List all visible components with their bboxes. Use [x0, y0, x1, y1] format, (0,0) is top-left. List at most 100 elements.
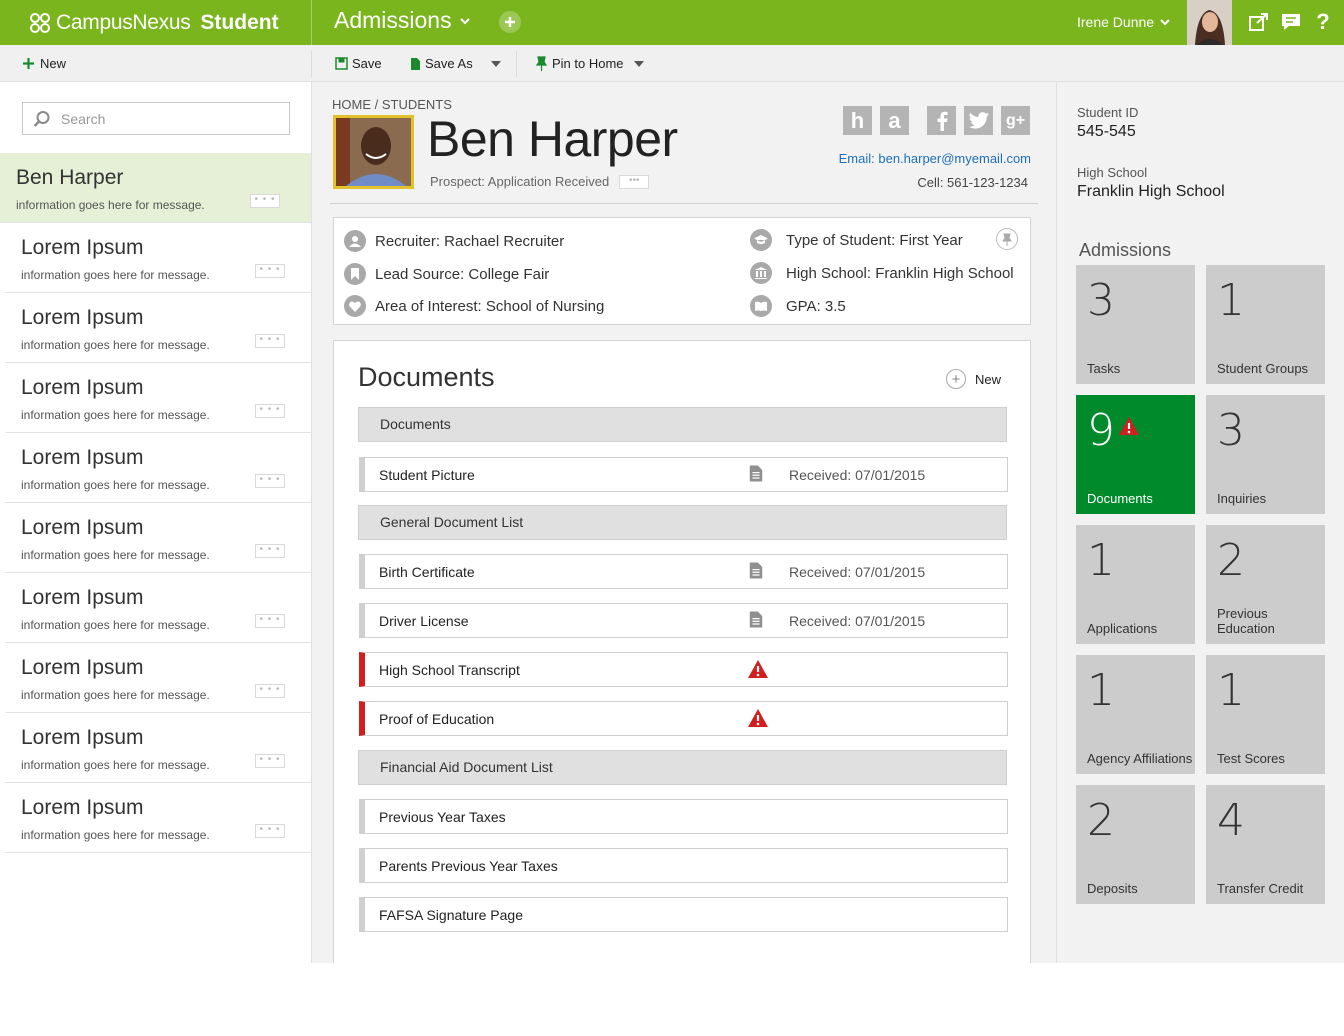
more-options-button[interactable]: • • • — [255, 334, 285, 348]
list-item-info: information goes here for message. — [21, 828, 210, 842]
list-item[interactable]: Lorem Ipsum information goes here for mes… — [5, 433, 311, 503]
save-as-button[interactable]: Save As — [410, 56, 501, 71]
caret-down-icon[interactable] — [490, 60, 501, 67]
admissions-tile[interactable]: 1 Student Groups — [1206, 265, 1325, 384]
student-id-value: 545-545 — [1077, 123, 1136, 140]
document-name: Student Picture — [379, 467, 475, 483]
pin-to-home-button[interactable]: Pin to Home — [536, 56, 644, 71]
document-row[interactable]: High School Transcript — [359, 652, 1008, 687]
list-item[interactable]: Lorem Ipsum information goes here for mes… — [5, 223, 311, 293]
more-options-button[interactable]: • • • — [255, 544, 285, 558]
more-options-button[interactable]: • • • — [255, 824, 285, 838]
document-row[interactable]: FAFSA Signature Page — [359, 897, 1008, 932]
user-avatar[interactable] — [1187, 0, 1232, 45]
list-item[interactable]: Lorem Ipsum information goes here for mes… — [5, 713, 311, 783]
brand-name: CampusNexus — [56, 11, 191, 34]
admissions-tile[interactable]: 1 Test Scores — [1206, 655, 1325, 774]
more-options-button[interactable]: • • • — [255, 614, 285, 628]
admissions-tile[interactable]: 9 Documents — [1076, 395, 1195, 514]
list-item[interactable]: Lorem Ipsum information goes here for mes… — [5, 783, 311, 853]
topbar-divider — [311, 0, 312, 45]
tile-label: Student Groups — [1217, 361, 1309, 376]
building-icon — [750, 262, 772, 284]
search-box[interactable]: Search — [22, 102, 290, 135]
document-section-header[interactable]: General Document List — [358, 505, 1007, 540]
more-options-button[interactable]: • • • — [250, 194, 280, 208]
new-label: New — [40, 56, 67, 71]
add-button[interactable] — [499, 11, 521, 33]
tile-count: 1 — [1087, 535, 1115, 586]
student-photo[interactable] — [333, 115, 414, 189]
more-options-button[interactable]: • • • — [255, 264, 285, 278]
caret-down-icon[interactable] — [633, 60, 644, 67]
document-section-header[interactable]: Financial Aid Document List — [358, 750, 1007, 785]
new-document-button[interactable]: + New — [946, 369, 1001, 389]
admissions-tile[interactable]: 2 Deposits — [1076, 785, 1195, 904]
more-options-button[interactable]: ••• — [619, 174, 650, 189]
document-icon — [748, 561, 766, 581]
more-options-button[interactable]: • • • — [255, 474, 285, 488]
plus-circle-icon: + — [946, 369, 966, 389]
more-options-button[interactable]: • • • — [255, 684, 285, 698]
high-school-value: Franklin High School — [1077, 183, 1225, 200]
document-row[interactable]: Student Picture Received: 07/01/2015 — [359, 457, 1008, 492]
admissions-tile[interactable]: 1 Applications — [1076, 525, 1195, 644]
list-item[interactable]: Lorem Ipsum information goes here for mes… — [5, 503, 311, 573]
admissions-tile[interactable]: 2 Previous Education — [1206, 525, 1325, 644]
social-a-button[interactable]: a — [880, 106, 909, 135]
document-row[interactable]: Birth Certificate Received: 07/01/2015 — [359, 554, 1008, 589]
brand-product: Student — [200, 11, 279, 34]
share-icon[interactable] — [1248, 11, 1270, 33]
recruiter-row: Recruiter: Rachael Recruiter — [344, 230, 564, 252]
social-h-button[interactable]: h — [843, 106, 872, 135]
list-item-info: information goes here for message. — [21, 618, 210, 632]
list-item[interactable]: Ben Harper information goes here for mess… — [0, 153, 311, 223]
admissions-tile[interactable]: 4 Transfer Credit — [1206, 785, 1325, 904]
facebook-icon[interactable] — [927, 106, 956, 135]
tile-count: 2 — [1087, 795, 1115, 846]
list-item[interactable]: Lorem Ipsum information goes here for mes… — [5, 293, 311, 363]
graduation-cap-icon — [750, 229, 772, 251]
toolbar: New Save Save As Pin to Home — [0, 45, 1344, 82]
document-row[interactable]: Proof of Education — [359, 701, 1008, 736]
save-button[interactable]: Save — [335, 56, 382, 71]
tile-count: 2 — [1217, 535, 1245, 586]
list-item[interactable]: Lorem Ipsum information goes here for mes… — [5, 363, 311, 433]
documents-title: Documents — [358, 362, 495, 392]
tile-count: 1 — [1087, 665, 1115, 716]
more-options-button[interactable]: • • • — [255, 754, 285, 768]
admissions-tile[interactable]: 1 Agency Affiliations — [1076, 655, 1195, 774]
user-menu[interactable]: Irene Dunne — [1077, 14, 1170, 30]
person-icon — [344, 230, 366, 252]
list-item-name: Lorem Ipsum — [21, 446, 144, 469]
module-selector[interactable]: Admissions — [334, 7, 470, 34]
document-row[interactable]: Driver License Received: 07/01/2015 — [359, 603, 1008, 638]
admissions-tile[interactable]: 3 Inquiries — [1206, 395, 1325, 514]
document-row[interactable]: Parents Previous Year Taxes — [359, 848, 1008, 883]
student-detail: HOME / STUDENTS Ben Harper Prospect: App… — [312, 82, 1056, 963]
search-input[interactable]: Search — [61, 111, 105, 127]
tile-label: Agency Affiliations — [1087, 751, 1193, 766]
list-item[interactable]: Lorem Ipsum information goes here for mes… — [5, 643, 311, 713]
student-email-link[interactable]: Email: ben.harper@myemail.com — [839, 151, 1031, 166]
app-logo[interactable]: CampusNexus Student — [30, 10, 279, 36]
list-item-info: information goes here for message. — [16, 198, 205, 212]
twitter-icon[interactable] — [964, 106, 993, 135]
chat-icon[interactable] — [1280, 11, 1302, 33]
document-row[interactable]: Previous Year Taxes — [359, 799, 1008, 834]
document-name: Parents Previous Year Taxes — [379, 858, 558, 874]
list-item-name: Lorem Ipsum — [21, 236, 144, 259]
google-plus-icon[interactable]: g+ — [1001, 106, 1030, 135]
tile-count: 4 — [1217, 795, 1245, 846]
student-photo-image — [336, 118, 411, 186]
interest-text: Area of Interest: School of Nursing — [375, 297, 605, 315]
list-item[interactable]: Lorem Ipsum information goes here for mes… — [5, 573, 311, 643]
document-section-header[interactable]: Documents — [358, 407, 1007, 442]
admissions-tile[interactable]: 3 Tasks — [1076, 265, 1195, 384]
new-button[interactable]: New — [22, 56, 66, 71]
help-icon[interactable]: ? — [1312, 9, 1334, 34]
more-options-button[interactable]: • • • — [255, 404, 285, 418]
received-date: Received: 07/01/2015 — [789, 467, 926, 483]
pin-card-button[interactable] — [996, 228, 1018, 250]
interest-row: Area of Interest: School of Nursing — [344, 295, 604, 317]
